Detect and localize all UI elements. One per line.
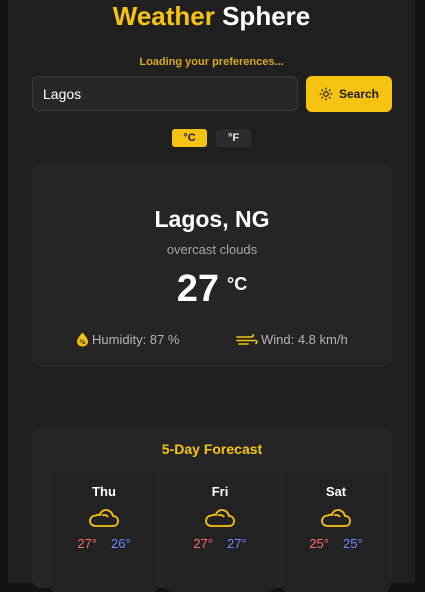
humidity-drop-icon: % [77,332,88,347]
forecast-day: Fri 27° 27° [166,472,274,592]
humidity-text: Humidity: 87 % [92,332,180,347]
forecast-high: 27° [193,536,213,551]
wind-stat: Wind: 4.8 km/h [236,332,348,347]
search-button[interactable]: Search [306,76,392,112]
temperature-value: 27 [176,268,220,310]
cloud-icon [89,509,119,527]
weather-description: overcast clouds [166,242,258,257]
celsius-toggle[interactable]: °C [172,129,207,147]
app-title: Weather Sphere [8,0,415,32]
wind-icon [236,333,258,345]
title-accent: Weather [112,1,215,31]
cloud-icon [321,509,351,527]
title-rest: Sphere [222,1,311,31]
forecast-high: 25° [309,536,329,551]
forecast-day-name: Thu [92,484,116,499]
humidity-stat: % Humidity: 87 % [76,332,179,347]
temperature-unit: °C [227,274,248,294]
forecast-day-name: Fri [211,484,229,499]
search-button-label: Search [338,87,380,101]
forecast-card: 5-Day Forecast Thu 27° 26° Fri 27° 27° Sat [32,428,392,592]
forecast-title: 5-Day Forecast [161,441,263,457]
forecast-low: 26° [111,536,131,551]
forecast-low: 27° [227,536,247,551]
forecast-temps: 25° 25° [282,536,390,551]
current-temperature: 27 °C [32,268,392,311]
app-container: Weather Sphere Loading your preferences.… [8,0,415,592]
forecast-day-name: Sat [325,484,347,499]
forecast-temps: 27° 26° [50,536,158,551]
loading-status: Loading your preferences... [139,56,284,68]
cloud-icon [205,509,235,527]
wind-text: Wind: 4.8 km/h [261,332,348,347]
fahrenheit-toggle[interactable]: °F [216,129,251,147]
forecast-day: Thu 27° 26° [50,472,158,592]
forecast-day: Sat 25° 25° [282,472,390,592]
city-search-input[interactable] [32,76,298,111]
city-name: Lagos, NG [154,206,270,232]
forecast-low: 25° [343,536,363,551]
sun-icon [319,87,333,101]
forecast-temps: 27° 27° [166,536,274,551]
svg-text:%: % [79,339,85,346]
current-weather-card: Lagos, NG overcast clouds 27 °C % Humidit… [32,164,392,367]
forecast-high: 27° [77,536,97,551]
